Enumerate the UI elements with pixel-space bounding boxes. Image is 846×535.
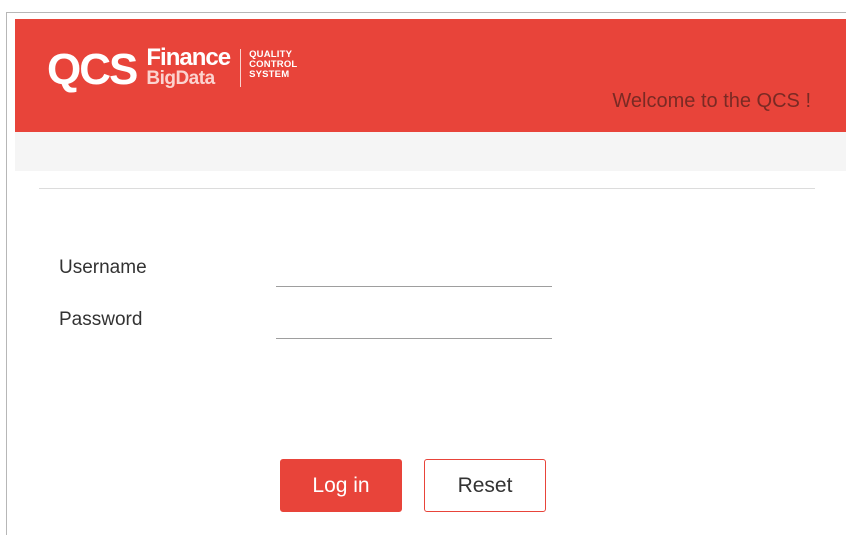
logo-bigdata-text: BigData: [146, 68, 215, 89]
password-input[interactable]: [276, 315, 552, 339]
password-label: Password: [59, 309, 143, 330]
username-label: Username: [59, 257, 147, 278]
username-input[interactable]: [276, 263, 552, 287]
sub-header-bar: [15, 132, 846, 171]
login-button[interactable]: Log in: [280, 459, 402, 512]
header-bar: QCS Finance BigData QUALITY CONTROL SYST…: [15, 19, 846, 132]
logo-separator: [240, 49, 242, 87]
logo-line-system: SYSTEM: [249, 69, 290, 80]
qcs-logo: QCS Finance BigData QUALITY CONTROL SYST…: [47, 44, 297, 97]
reset-button[interactable]: Reset: [424, 459, 546, 512]
logo-finance-bigdata: Finance BigData: [146, 44, 231, 89]
logo-finance-text: Finance: [146, 44, 231, 71]
welcome-message: Welcome to the QCS !: [612, 90, 811, 112]
logo-system-name: QUALITY CONTROL SYSTEM: [249, 50, 297, 80]
logo-qcs-text: QCS: [47, 45, 138, 94]
form-divider: [39, 188, 815, 189]
login-window: QCS Finance BigData QUALITY CONTROL SYST…: [6, 12, 846, 535]
